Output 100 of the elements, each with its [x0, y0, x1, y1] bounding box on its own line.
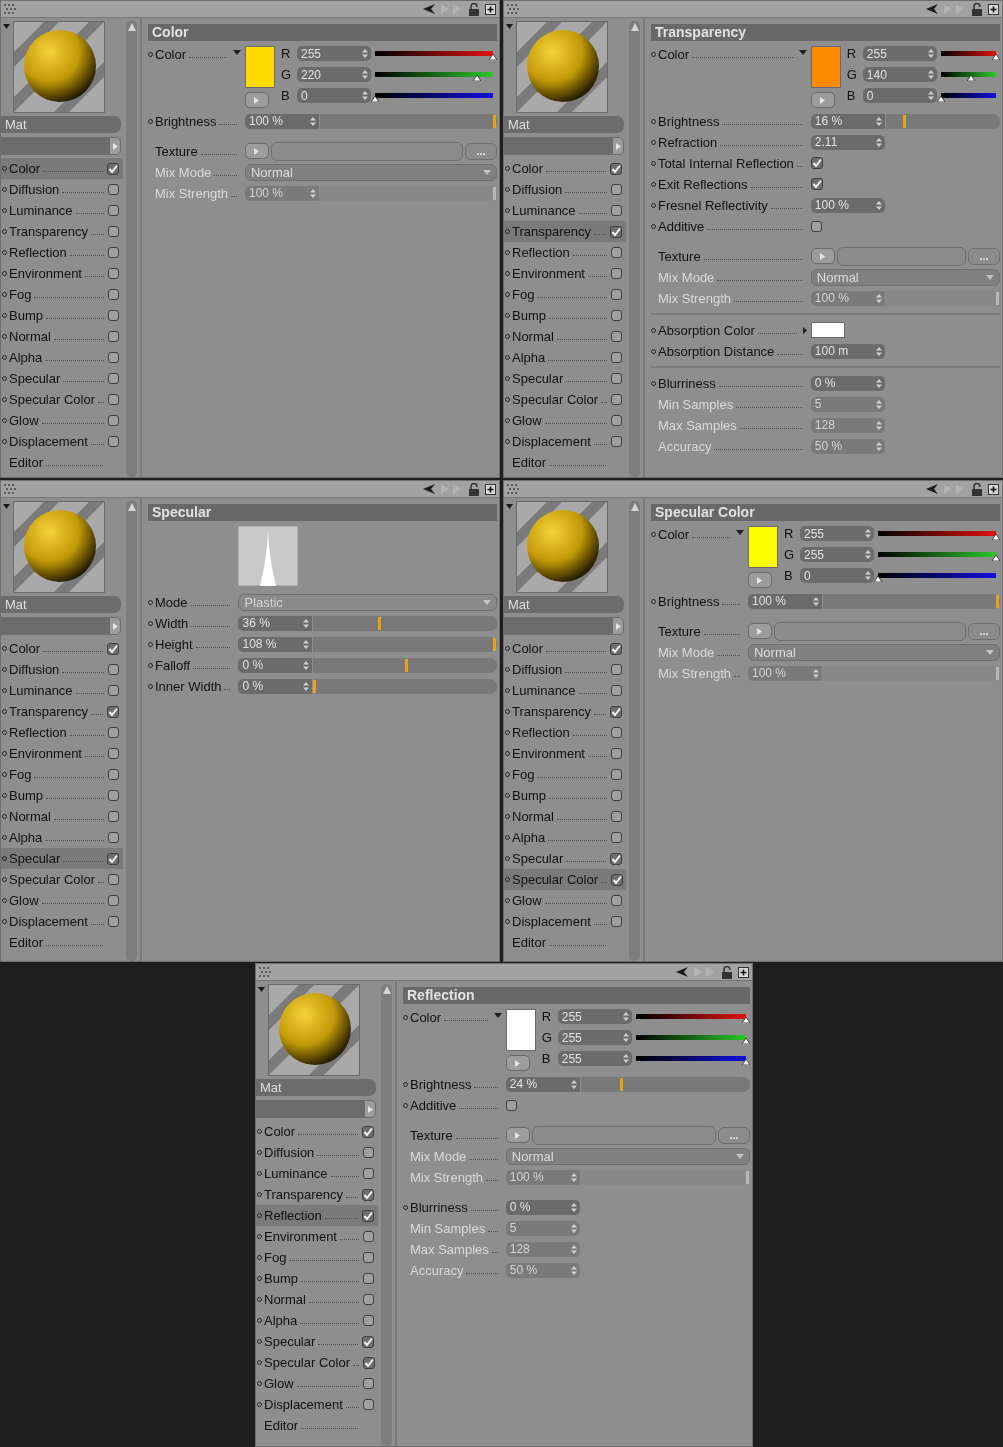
channel-item[interactable]: Normal — [1, 806, 123, 827]
material-name-field[interactable]: Mat — [1, 596, 121, 613]
spinner-icon[interactable] — [303, 660, 310, 670]
checkbox[interactable] — [363, 1168, 374, 1179]
channel-item[interactable]: Reflection — [256, 1205, 378, 1226]
back-arrow-icon[interactable] — [423, 4, 435, 14]
channel-item[interactable]: Specular Color — [1, 389, 123, 410]
checkbox[interactable] — [611, 394, 622, 405]
checkbox[interactable] — [610, 705, 622, 718]
checkbox[interactable] — [108, 748, 119, 759]
arrow-button[interactable] — [505, 1127, 530, 1143]
grip-icon[interactable] — [4, 484, 16, 494]
number-field[interactable]: 100 % — [245, 113, 319, 129]
checkbox[interactable] — [611, 310, 622, 321]
new-window-icon[interactable] — [485, 3, 496, 15]
material-name-field[interactable]: Mat — [504, 116, 624, 133]
channel-item[interactable]: Normal — [504, 806, 626, 827]
spinner-icon[interactable] — [927, 49, 934, 58]
channel-item[interactable]: Luminance — [504, 680, 626, 701]
checkbox[interactable] — [108, 268, 119, 279]
channel-item[interactable]: Glow — [504, 410, 626, 431]
checkbox[interactable] — [363, 1273, 374, 1284]
arrow-button[interactable] — [810, 92, 835, 108]
link-field[interactable] — [1, 137, 109, 155]
spinner-icon[interactable] — [875, 293, 882, 303]
channel-item[interactable]: Fog — [256, 1247, 378, 1268]
checkbox[interactable] — [611, 289, 622, 300]
color-swatch[interactable] — [505, 1009, 536, 1051]
checkbox[interactable] — [611, 205, 622, 216]
checkbox[interactable] — [611, 727, 622, 738]
slider-marker-icon[interactable] — [936, 96, 945, 102]
arrow-button[interactable] — [810, 248, 835, 264]
checkbox[interactable] — [108, 874, 119, 885]
scroll-up-icon[interactable] — [127, 23, 136, 31]
channel-item[interactable]: Fog — [504, 764, 626, 785]
channel-item[interactable]: Transparency — [1, 701, 123, 722]
scroll-up-icon[interactable] — [382, 986, 391, 994]
channel-item[interactable]: Specular — [1, 848, 123, 869]
channel-item[interactable]: Editor — [504, 452, 626, 473]
number-field[interactable]: 255 — [800, 526, 874, 541]
checkbox[interactable] — [611, 769, 622, 780]
checkbox[interactable] — [505, 1099, 517, 1111]
collapse-triangle-icon[interactable] — [3, 504, 10, 509]
material-name-field[interactable]: Mat — [504, 596, 624, 613]
new-window-icon[interactable] — [988, 483, 999, 495]
texture-field[interactable] — [531, 1125, 716, 1145]
scrollbar[interactable] — [126, 501, 137, 961]
channel-item[interactable]: Glow — [256, 1373, 378, 1394]
channel-item[interactable]: Specular — [504, 848, 626, 869]
scroll-up-icon[interactable] — [630, 503, 639, 511]
checkbox[interactable] — [611, 352, 622, 363]
checkbox[interactable] — [611, 811, 622, 822]
spinner-icon[interactable] — [310, 116, 316, 126]
checkbox[interactable] — [611, 916, 622, 927]
slider-marker-icon[interactable] — [472, 75, 481, 81]
number-field[interactable]: 255 — [297, 46, 371, 61]
channel-item[interactable]: Bump — [504, 785, 626, 806]
checkbox[interactable] — [108, 205, 119, 216]
number-field[interactable]: 0 % — [810, 375, 885, 391]
checkbox[interactable] — [611, 832, 622, 843]
slider-thumb[interactable] — [313, 679, 317, 693]
channel-item[interactable]: Bump — [1, 785, 123, 806]
checkbox[interactable] — [108, 226, 119, 237]
checkbox[interactable] — [611, 415, 622, 426]
checkbox[interactable] — [107, 642, 119, 655]
checkbox[interactable] — [362, 1209, 374, 1222]
spinner-icon[interactable] — [813, 668, 819, 678]
dropdown-caret-icon[interactable] — [736, 530, 744, 535]
number-field[interactable]: 0 % — [238, 657, 313, 673]
spinner-icon[interactable] — [570, 1172, 577, 1182]
lock-icon[interactable] — [972, 2, 982, 16]
spinner-icon[interactable] — [875, 399, 882, 409]
arrow-button[interactable] — [109, 617, 121, 635]
back-arrow-icon[interactable] — [423, 484, 435, 494]
number-field[interactable]: 16 % — [810, 113, 885, 129]
checkbox[interactable] — [363, 1231, 374, 1242]
checkbox[interactable] — [363, 1252, 374, 1263]
slider-marker-icon[interactable] — [992, 555, 1000, 561]
new-window-icon[interactable] — [988, 3, 999, 15]
number-field[interactable]: 0 — [800, 568, 874, 583]
lock-icon[interactable] — [722, 965, 732, 979]
number-field[interactable]: 255 — [557, 1030, 632, 1045]
spinner-icon[interactable] — [303, 639, 310, 649]
spinner-icon[interactable] — [570, 1223, 577, 1233]
arrow-button[interactable] — [612, 137, 624, 155]
channel-item[interactable]: Normal — [504, 326, 626, 347]
arrow-button[interactable] — [748, 572, 772, 588]
slider-marker-icon[interactable] — [742, 1059, 750, 1065]
channel-item[interactable]: Color — [504, 158, 626, 179]
grip-icon[interactable] — [4, 4, 16, 14]
scroll-up-icon[interactable] — [630, 23, 639, 31]
checkbox[interactable] — [108, 247, 119, 258]
spinner-icon[interactable] — [865, 529, 871, 538]
color-swatch[interactable] — [810, 46, 841, 88]
checkbox[interactable] — [363, 1378, 374, 1389]
checkbox[interactable] — [611, 895, 622, 906]
channel-item[interactable]: Luminance — [1, 200, 123, 221]
dropdown-caret-icon[interactable] — [493, 1013, 502, 1018]
checkbox[interactable] — [108, 436, 119, 447]
arrow-button[interactable] — [245, 92, 269, 108]
